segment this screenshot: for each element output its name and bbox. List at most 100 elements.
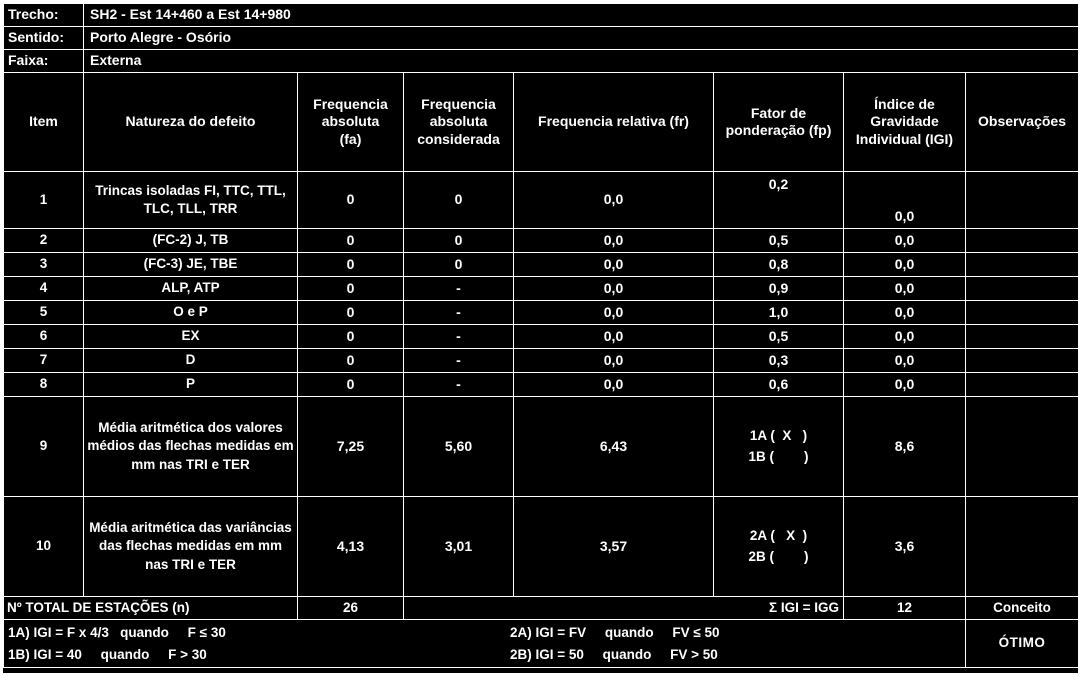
table-row: 7 D 0 - 0,0 0,3 0,0 [3, 348, 1080, 373]
fp-header-line2: ponderação (fp) [725, 122, 832, 138]
info-label-faixa: Faixa: [3, 49, 84, 73]
cell-item: 10 [3, 496, 84, 597]
cell-fp-checkbox-group: 2A ( X ) 2B ( ) [713, 496, 844, 597]
cell-fa: 0 [297, 228, 404, 253]
info-label-trecho: Trecho: [3, 3, 84, 27]
cell-fp-checkbox-group: 1A ( X ) 1B ( ) [713, 396, 844, 497]
cell-natureza: D [83, 348, 298, 373]
cell-obs [964, 252, 1080, 277]
igi-header-line3: Individual (IGI) [855, 130, 954, 147]
conceito-header: Conceito [964, 596, 1080, 620]
cell-igi: 0,0 [843, 372, 966, 397]
column-header-natureza: Natureza do defeito [83, 72, 298, 172]
cell-igi: 0,0 [843, 276, 966, 301]
cell-fa: 0 [297, 171, 404, 229]
cell-natureza: Média aritmética dos valores médios das … [83, 396, 298, 497]
cell-fp: 1,0 [713, 300, 844, 325]
igi-header-line1: Índice de [874, 96, 935, 113]
cell-igi: 0,0 [843, 228, 966, 253]
formula-2a: 2A) IGI = FV quando FV ≤ 50 [510, 624, 720, 640]
cell-fa: 0 [297, 300, 404, 325]
total-stations-value: 26 [297, 596, 404, 620]
cell-obs [964, 372, 1080, 397]
cell-obs [964, 171, 1080, 229]
info-value-trecho: SH2 - Est 14+460 a Est 14+980 [82, 3, 1080, 27]
cell-item: 3 [3, 252, 84, 277]
fa-header-line2: absoluta [321, 113, 380, 130]
cell-fa: 0 [297, 276, 404, 301]
formula-2b: 2B) IGI = 50 quando FV > 50 [510, 646, 718, 662]
fp-option-1a[interactable]: 1A ( X ) [717, 426, 840, 447]
cell-igi: 3,6 [843, 496, 966, 597]
cell-natureza: EX [83, 324, 298, 349]
cell-obs [964, 324, 1080, 349]
cell-item: 8 [3, 372, 84, 397]
table-row: 3 (FC-3) JE, TBE 0 0 0,0 0,8 0,0 [3, 252, 1080, 277]
table-row: 6 EX 0 - 0,0 0,5 0,0 [3, 324, 1080, 349]
cell-igi: 0,0 [843, 171, 966, 229]
cell-fac: - [403, 372, 514, 397]
sum-igi-label: Σ IGI = IGG [403, 596, 844, 620]
column-header-frequencia-absoluta-considerada: Frequencia absoluta considerada [403, 72, 514, 172]
cell-fac: 5,60 [403, 396, 514, 497]
column-header-item: Item [3, 72, 84, 172]
cell-obs [964, 496, 1080, 597]
cell-fr: 0,0 [513, 372, 714, 397]
cell-fa: 0 [297, 348, 404, 373]
cell-item: 9 [3, 396, 84, 497]
cell-item: 4 [3, 276, 84, 301]
cell-obs [964, 276, 1080, 301]
cell-fa: 4,13 [297, 496, 404, 597]
cell-igi: 0,0 [843, 348, 966, 373]
cell-fr: 3,57 [513, 496, 714, 597]
table-header-row: Item Natureza do defeito Frequencia abso… [3, 72, 1080, 172]
fac-header-line1: Frequencia [421, 96, 496, 113]
cell-fr: 0,0 [513, 324, 714, 349]
cell-fac: - [403, 276, 514, 301]
cell-igi: 8,6 [843, 396, 966, 497]
cell-fp: 0,6 [713, 372, 844, 397]
table-row: 8 P 0 - 0,0 0,6 0,0 [3, 372, 1080, 397]
cell-item: 1 [3, 171, 84, 229]
column-header-frequencia-absoluta: Frequencia absoluta (fa) [297, 72, 404, 172]
info-row-trecho: Trecho: SH2 - Est 14+460 a Est 14+980 [3, 3, 1080, 27]
table-row: 10 Média aritmética das variâncias das f… [3, 496, 1080, 597]
fac-header-line3: considerada [417, 130, 500, 147]
table-row: 5 O e P 0 - 0,0 1,0 0,0 [3, 300, 1080, 325]
cell-item: 5 [3, 300, 84, 325]
cell-fac: - [403, 324, 514, 349]
cell-obs [964, 300, 1080, 325]
ipg-evaluation-sheet: Trecho: SH2 - Est 14+460 a Est 14+980 Se… [0, 0, 1081, 676]
cell-fr: 0,0 [513, 300, 714, 325]
cell-fp: 0,5 [713, 228, 844, 253]
cell-item: 2 [3, 228, 84, 253]
cell-igi: 0,0 [843, 324, 966, 349]
cell-natureza: Média aritmética das variâncias das flec… [83, 496, 298, 597]
conceito-value: ÓTIMO [964, 619, 1080, 668]
cell-fac: - [403, 348, 514, 373]
cell-fp: 0,3 [713, 348, 844, 373]
table-row: 9 Média aritmética dos valores médios da… [3, 396, 1080, 497]
cell-natureza: O e P [83, 300, 298, 325]
info-value-sentido: Porto Alegre - Osório [82, 26, 1080, 50]
fp-header-line1: Fator de [750, 104, 807, 121]
cell-natureza: ALP, ATP [83, 276, 298, 301]
fp-option-2b[interactable]: 2B ( ) [717, 547, 840, 568]
cell-fr: 0,0 [513, 228, 714, 253]
column-header-frequencia-relativa: Frequencia relativa (fr) [513, 72, 714, 172]
total-label: Nº TOTAL DE ESTAÇÕES (n) [3, 596, 298, 620]
fp-option-2a[interactable]: 2A ( X ) [717, 526, 840, 547]
fp-option-1b[interactable]: 1B ( ) [717, 447, 840, 468]
formula-1b: 1B) IGI = 40 quando F > 30 [8, 646, 207, 662]
cell-fr: 6,43 [513, 396, 714, 497]
column-header-fator-ponderacao: Fator de ponderação (fp) [713, 72, 844, 172]
column-header-indice-gravidade-individual: Índice de Gravidade Individual (IGI) [843, 72, 966, 172]
table-row: 2 (FC-2) J, TB 0 0 0,0 0,5 0,0 [3, 228, 1080, 253]
defect-evaluation-table: Trecho: SH2 - Est 14+460 a Est 14+980 Se… [3, 3, 1080, 668]
cell-obs [964, 228, 1080, 253]
cell-fp: 0,2 [713, 171, 844, 229]
cell-igi: 0,0 [843, 300, 966, 325]
cell-fac: - [403, 300, 514, 325]
info-row-faixa: Faixa: Externa [3, 49, 1080, 73]
cell-fp: 0,8 [713, 252, 844, 277]
